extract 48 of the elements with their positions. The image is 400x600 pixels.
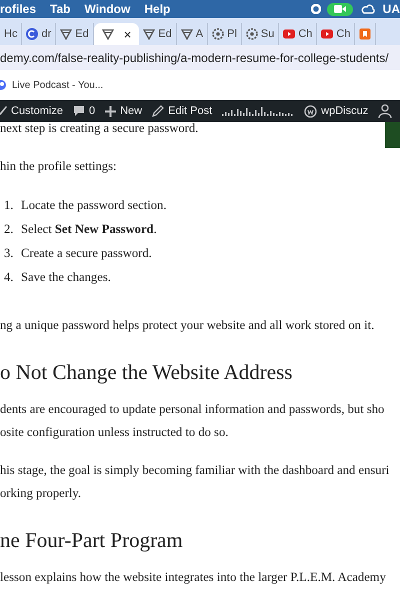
- list-item: Save the changes.: [21, 269, 111, 286]
- c-logo-icon: [26, 28, 38, 40]
- cloud-icon: [360, 3, 375, 15]
- play-icon: [283, 28, 296, 40]
- list-number: 2.: [3, 221, 14, 238]
- close-button[interactable]: ×: [124, 26, 132, 42]
- menu-item[interactable]: rofiles: [0, 2, 36, 16]
- section-heading: ne Four-Part Program: [0, 527, 184, 554]
- menu-item[interactable]: Tab: [50, 2, 70, 16]
- funnel-icon: [180, 28, 193, 40]
- comment-icon: [72, 105, 85, 117]
- list-number: 4.: [3, 269, 14, 286]
- list-number: 3.: [3, 245, 14, 262]
- person-icon: [378, 104, 392, 118]
- browser-tab[interactable]: ×: [94, 23, 140, 45]
- user-initials[interactable]: UA: [382, 2, 400, 16]
- funnel-icon: [102, 28, 114, 40]
- record-icon: [310, 4, 321, 14]
- pencil-icon: [152, 105, 164, 117]
- menu-item[interactable]: Window: [84, 2, 130, 16]
- list-item: Select Set New Password.: [21, 221, 157, 238]
- toolbar-item[interactable]: New: [105, 105, 142, 117]
- paragraph: his stage, the goal is simply becoming familiar with the dashboard and ensuri orking properly.: [0, 462, 390, 502]
- bookmark-icon: [359, 28, 372, 40]
- paragraph: ng a unique password helps protect your website and all work stored on it.: [0, 317, 374, 334]
- paragraph: next step is creating a secure password.: [0, 120, 198, 137]
- paragraph: dents are encouraged to update personal information and passwords, but sho osite configuration unless instructed to do so.: [0, 401, 384, 441]
- toolbar-item[interactable]: 0: [72, 105, 96, 117]
- gear-icon: [246, 28, 258, 40]
- chat-icon: [304, 104, 318, 118]
- paragraph: hin the profile settings:: [0, 158, 116, 175]
- paragraph: lesson explains how the website integrates into the larger P.L.E.M. Academy: [0, 569, 386, 586]
- camera-icon: [334, 5, 346, 13]
- toolbar-item[interactable]: Customize: [0, 105, 63, 117]
- funnel-icon: [60, 28, 72, 40]
- section-heading: o Not Change the Website Address: [0, 359, 294, 386]
- play-icon: [321, 28, 334, 40]
- toolbar-item[interactable]: wpDiscuz: [304, 104, 368, 118]
- toolbar-item[interactable]: Edit Post: [152, 105, 212, 117]
- bookmark-link[interactable]: Live Podcast - You...: [0, 80, 104, 90]
- gear-icon: [212, 28, 224, 40]
- list-item: Create a secure password.: [21, 245, 152, 262]
- plus-icon: [105, 106, 116, 116]
- list-item: Locate the password section.: [21, 197, 166, 214]
- funnel-icon: [143, 28, 156, 40]
- camera-indicator[interactable]: [326, 2, 353, 16]
- list-number: 1.: [3, 197, 14, 214]
- menu-item[interactable]: Help: [144, 2, 170, 16]
